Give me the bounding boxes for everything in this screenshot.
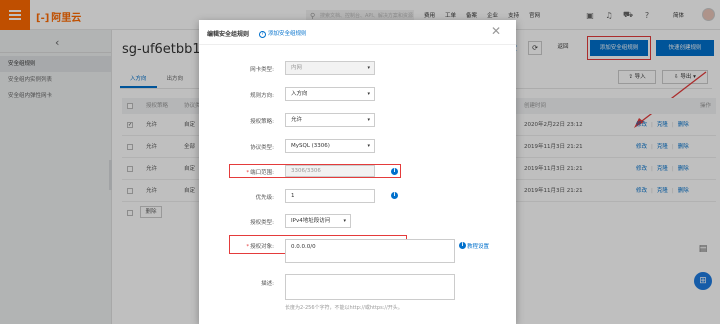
protocol-label: 协议类型: [250, 145, 274, 151]
auth-object-input[interactable]: 0.0.0.0/0 [285, 239, 455, 263]
direction-label: 规则方向: [250, 93, 274, 99]
edit-rule-dialog: 编辑安全组规则 ? 添加安全组规则 ✕ 网卡类型: 内网 ▾ 规则方向: 入方向 ▾ … [199, 20, 516, 324]
policy-label: 授权策略: [250, 119, 274, 125]
auth-type-label: 授权类型: [250, 220, 274, 226]
divider [199, 44, 516, 45]
policy-select[interactable]: 允许 ▾ [285, 113, 375, 127]
info-icon: i [459, 242, 466, 249]
tutorial-link[interactable]: 教程设置 [467, 242, 489, 250]
direction-select[interactable]: 入方向 ▾ [285, 87, 375, 101]
info-icon[interactable]: i [391, 192, 398, 199]
dialog-title: 编辑安全组规则 [207, 31, 250, 38]
port-input: 3306/3306 [285, 165, 375, 177]
description-label: 描述: [261, 281, 274, 287]
nic-type-select: 内网 ▾ [285, 61, 375, 75]
auth-type-select[interactable]: IPv4地址段访问 ▾ [285, 214, 351, 228]
help-link[interactable]: ? 添加安全组规则 [259, 29, 307, 38]
question-icon: ? [259, 31, 266, 38]
port-label: *端口范围: [246, 170, 274, 176]
description-textarea[interactable] [285, 274, 455, 300]
auth-object-label: *授权对象: [246, 244, 274, 250]
priority-input[interactable]: 1 [285, 189, 375, 203]
protocol-select[interactable]: MySQL (3306) ▾ [285, 139, 375, 153]
close-icon[interactable]: ✕ [491, 24, 501, 38]
info-icon[interactable]: i [391, 168, 398, 175]
description-hint: 长度为2-256个字符，不能以http://或https://开头。 [285, 305, 403, 311]
nic-type-label: 网卡类型: [250, 67, 274, 73]
priority-label: 优先级: [255, 195, 274, 201]
